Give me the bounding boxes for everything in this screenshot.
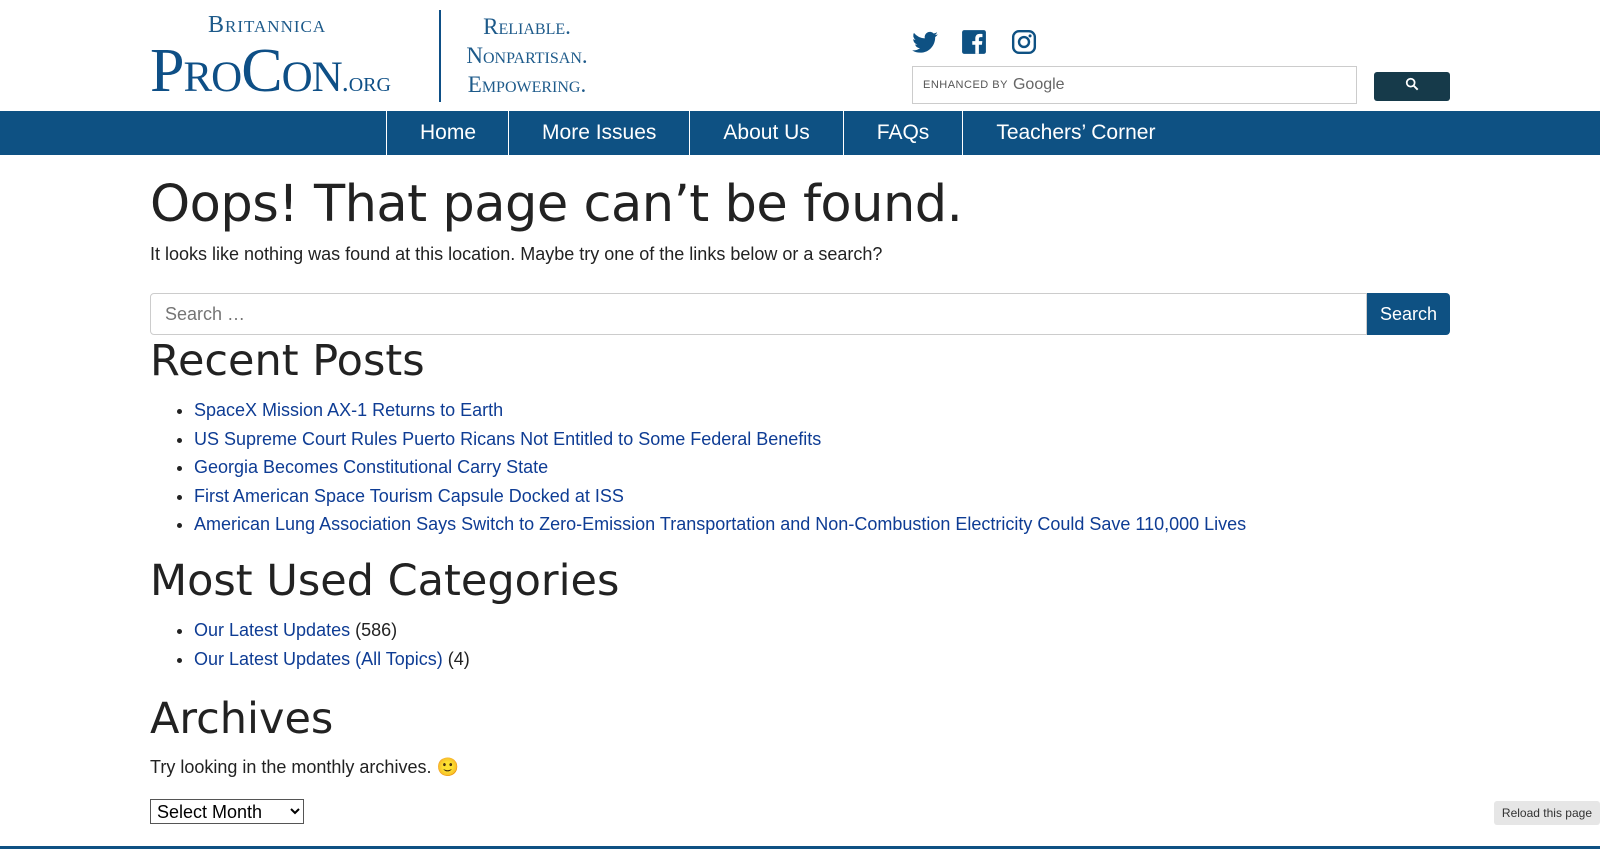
- instagram-icon[interactable]: [1011, 29, 1039, 57]
- google-search-button[interactable]: [1374, 72, 1450, 101]
- category-count: (586): [355, 620, 398, 640]
- list-item: American Lung Association Says Switch to…: [194, 510, 1246, 539]
- site-search: Search: [150, 293, 1450, 335]
- category-link[interactable]: Our Latest Updates (All Topics): [194, 649, 443, 669]
- recent-posts-section: Recent Posts SpaceX Mission AX-1 Returns…: [150, 335, 1246, 539]
- archives-text: Try looking in the monthly archives. 🙂: [150, 757, 459, 777]
- list-item: First American Space Tourism Capsule Doc…: [194, 482, 1246, 511]
- twitter-icon[interactable]: [911, 29, 939, 57]
- post-link[interactable]: US Supreme Court Rules Puerto Ricans Not…: [194, 429, 821, 449]
- nav-teachers-corner[interactable]: Teachers’ Corner: [962, 111, 1188, 155]
- post-link[interactable]: SpaceX Mission AX-1 Returns to Earth: [194, 400, 503, 420]
- list-item: Georgia Becomes Constitutional Carry Sta…: [194, 453, 1246, 482]
- nav-home[interactable]: Home: [386, 111, 508, 155]
- category-link[interactable]: Our Latest Updates: [194, 620, 350, 640]
- categories-heading: Most Used Categories: [150, 556, 620, 606]
- search-icon: [1405, 77, 1419, 96]
- recent-posts-list: SpaceX Mission AX-1 Returns to Earth US …: [150, 396, 1246, 539]
- categories-list: Our Latest Updates (586) Our Latest Upda…: [150, 616, 619, 673]
- logo-divider: [439, 10, 441, 102]
- main-content: Oops! That page can’t be found. It looks…: [150, 155, 1450, 824]
- search-button[interactable]: Search: [1367, 293, 1450, 335]
- procon-logo[interactable]: Britannica ProCon.org Reliable. Nonparti…: [150, 10, 610, 105]
- list-item: Our Latest Updates (586): [194, 616, 619, 645]
- month-select[interactable]: Select Month: [150, 799, 304, 824]
- logo-procon: ProCon.org: [150, 37, 391, 105]
- google-search-input[interactable]: ENHANCED BY Google: [912, 66, 1357, 104]
- archives-heading: Archives: [150, 694, 334, 744]
- list-item: SpaceX Mission AX-1 Returns to Earth: [194, 396, 1246, 425]
- nav-faqs[interactable]: FAQs: [842, 111, 963, 155]
- search-input[interactable]: [150, 293, 1367, 335]
- post-link[interactable]: American Lung Association Says Switch to…: [194, 514, 1246, 534]
- archives-section: Archives Try looking in the monthly arch…: [150, 693, 459, 824]
- reload-page-button[interactable]: Reload this page: [1493, 801, 1600, 825]
- social-links: [911, 29, 1039, 57]
- list-item: Our Latest Updates (All Topics) (4): [194, 645, 619, 674]
- facebook-icon[interactable]: [961, 29, 989, 57]
- category-count: (4): [447, 648, 470, 669]
- categories-section: Most Used Categories Our Latest Updates …: [150, 555, 619, 673]
- enhanced-by-label: ENHANCED BY: [923, 79, 1008, 91]
- post-link[interactable]: Georgia Becomes Constitutional Carry Sta…: [194, 457, 548, 477]
- list-item: US Supreme Court Rules Puerto Ricans Not…: [194, 425, 1246, 454]
- page-intro: It looks like nothing was found at this …: [150, 244, 883, 264]
- google-label: Google: [1012, 76, 1065, 93]
- main-nav: Home More Issues About Us FAQs Teachers’…: [0, 111, 1600, 155]
- recent-posts-heading: Recent Posts: [150, 336, 425, 386]
- logo-tagline: Reliable. Nonpartisan. Empowering.: [466, 14, 588, 97]
- logo-britannica: Britannica: [208, 12, 327, 38]
- nav-more-issues[interactable]: More Issues: [508, 111, 689, 155]
- site-header: Britannica ProCon.org Reliable. Nonparti…: [0, 0, 1600, 111]
- post-link[interactable]: First American Space Tourism Capsule Doc…: [194, 486, 624, 506]
- page-title: Oops! That page can’t be found.: [150, 175, 963, 234]
- nav-about-us[interactable]: About Us: [689, 111, 842, 155]
